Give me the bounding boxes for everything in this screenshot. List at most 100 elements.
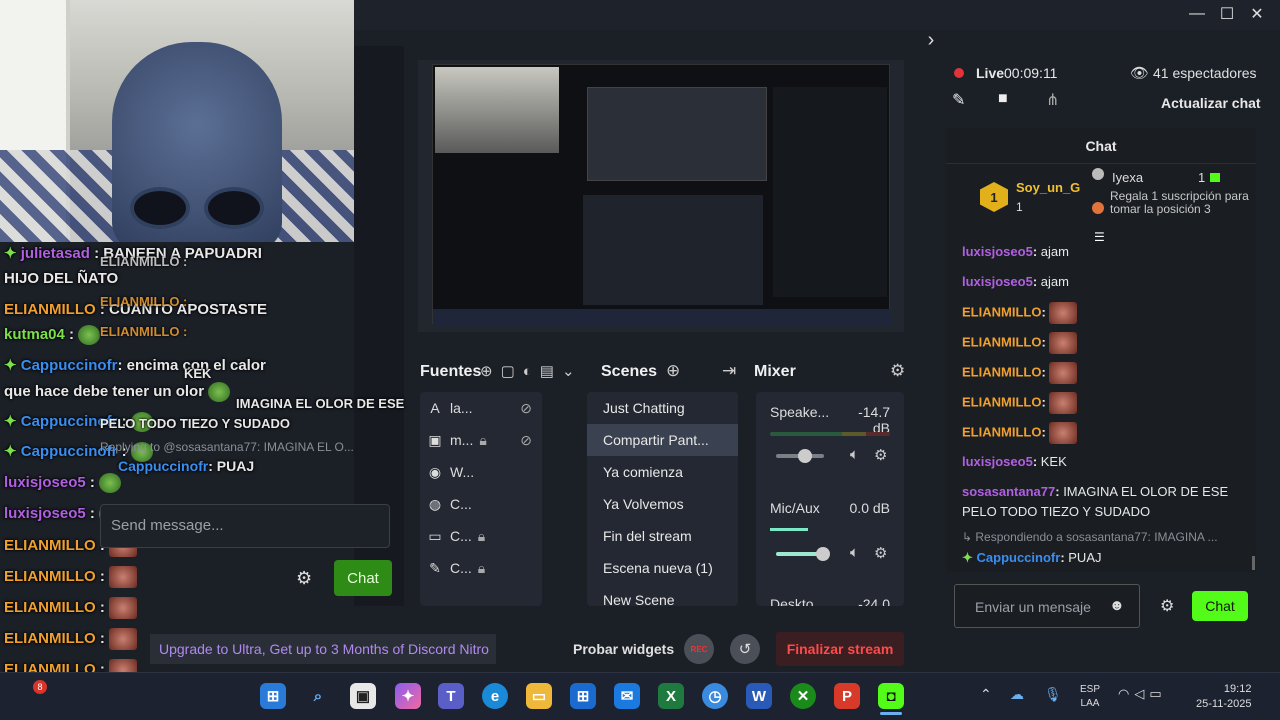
powerpoint-icon[interactable]: P [834,683,860,709]
preview-nested-taskbar [433,309,891,325]
clock[interactable]: 19:12 25-11-2025 [1196,682,1251,712]
task-view-icon[interactable]: ▣ [350,683,376,709]
microphone-icon[interactable]: 🎙︎ [1044,686,1062,703]
visibility-off-icon[interactable]: ⊘ [520,432,532,449]
scene-item[interactable]: New Scene [587,584,738,606]
volume-knob[interactable] [798,449,812,463]
image-source-icon: ▣ [428,431,442,448]
chat-message: luxisjoseo5: ajam [962,274,1069,289]
overlay-ghost-lines: ELIANMILLO : ELIANMILLO : ELIANMILLO : [100,252,187,358]
overlay-message-input[interactable]: Send message... [100,504,390,548]
lock-icon[interactable]: 🔒︎ [479,432,486,449]
mixer-channel-name: Deskto... [770,596,826,606]
source-row[interactable]: ✎ C... 🔒︎ [420,552,542,584]
mixer-gear-icon[interactable]: ⚙ [890,361,905,381]
lock-icon[interactable]: 🔒︎ [478,528,485,545]
collapse-chevron-icon[interactable]: › [916,26,946,54]
source-row[interactable]: ◍ C... [420,488,542,520]
source-row[interactable]: ▭ C... 🔒︎ [420,520,542,552]
overlay-reply-text: PUAJ [216,458,255,474]
volume-meter [770,432,890,436]
volume-knob[interactable] [816,547,830,561]
visibility-off-icon[interactable]: ⊘ [520,400,532,417]
channel-gear-icon[interactable]: ⚙ [874,446,887,464]
emote-icon [1049,422,1078,444]
overlay-line: ELIANMILLO : CUANTO APOSTASTE [4,301,268,318]
teams-icon[interactable]: T [438,683,464,709]
volume-slider[interactable] [776,449,824,463]
chat-settings-gear-icon[interactable]: ⚙ [1160,596,1174,616]
mixer-channel-name: Speake... [770,404,830,420]
scene-item[interactable]: Just Chatting [587,392,738,424]
channel-gear-icon[interactable]: ⚙ [874,544,887,562]
scene-item[interactable]: Fin del stream [587,520,738,552]
chat-send-button[interactable]: Chat [1192,591,1248,621]
speaker-icon[interactable]: 🔈︎ [850,446,859,463]
emote-icon [1049,362,1078,384]
kick-app-icon[interactable]: ◘ [878,683,904,709]
display-source-icon: ▭ [428,527,442,544]
sources-toolbar[interactable]: ⊕▢◐▤⌄ [480,362,583,380]
start-windows-icon[interactable]: ⊞ [260,683,286,709]
chat-message: sosasantana77: IMAGINA EL OLOR DE ESE PE… [962,484,1229,519]
share-icon[interactable]: ⋔ [1046,90,1059,110]
finalizar-stream-button[interactable]: Finalizar stream [776,632,904,666]
scene-item-selected[interactable]: Compartir Pant... [587,424,738,456]
maximize-button[interactable]: ☐ [1212,0,1242,28]
xbox-icon[interactable]: ✕ [790,683,816,709]
dock-pin-icon[interactable]: ⇥ [722,361,736,381]
lock-icon[interactable]: 🔒︎ [478,560,485,577]
overlay-line: luxisjoseo5 : [4,473,404,504]
probar-widgets-label[interactable]: Probar widgets [573,641,674,657]
scene-item[interactable]: Ya comienza [587,456,738,488]
overlay-line: ELIANMILLO : [4,597,404,628]
record-button[interactable]: REC [684,634,714,664]
source-row[interactable]: Ala... ⊘ [420,392,542,424]
language-indicator[interactable]: ESP LAA [1080,683,1100,711]
pinned-user[interactable]: Soy_un_G [1016,180,1080,195]
copilot-icon[interactable]: ✦ [395,683,421,709]
emoji-icon[interactable]: ☻ [1109,597,1125,614]
clock-app-icon[interactable]: ◷ [702,683,728,709]
replay-icon[interactable]: ↺ [730,634,760,664]
live-dot-icon [954,68,964,78]
preview-nested-window [587,87,767,181]
camera-icon[interactable]: ■ [998,90,1008,108]
word-icon[interactable]: W [746,683,772,709]
chat-messages: luxisjoseo5: ajam luxisjoseo5: ajam ELIA… [962,242,1246,568]
ghost-line: IMAGINA EL OLOR DE ESE [236,396,405,411]
volume-slider[interactable] [776,547,830,561]
chat-scrollbar[interactable] [1252,556,1255,570]
source-row[interactable]: ▣ m... 🔒︎ ⊘ [420,424,542,456]
chat-message: ELIANMILLO: [962,392,1246,422]
mail-icon[interactable]: ✉ [614,683,640,709]
tray-network-volume-battery-icon[interactable]: ◠◁▭ [1118,686,1167,702]
chat-message-input[interactable]: Enviar un mensaje ☻ [954,584,1140,628]
gifter-name[interactable]: Iyexa [1112,170,1143,185]
edge-icon[interactable]: e [482,683,508,709]
store-icon[interactable]: ⊞ [570,683,596,709]
sources-dock: Ala... ⊘ ▣ m... 🔒︎ ⊘ ◉ W... ◍ C... ▭ C... 🔒︎ ✎ C.… [420,392,542,606]
active-app-indicator [880,712,902,715]
chat-message: luxisjoseo5: KEK [962,454,1067,469]
edit-pencil-icon[interactable]: ✎ [952,90,965,110]
webcam-feed [0,0,354,242]
source-row[interactable]: ◉ W... [420,456,542,488]
minimize-button[interactable]: — [1182,0,1212,28]
tray-chevron-icon[interactable]: ⌃ [980,686,992,703]
overlay-reply-note: Replying to @sosasantana77: IMAGINA EL O… [100,440,354,454]
discord-promo-banner[interactable]: Upgrade to Ultra, Get up to 3 Months of … [150,634,496,664]
close-button[interactable]: ✕ [1242,0,1272,28]
excel-icon[interactable]: X [658,683,684,709]
scene-item[interactable]: Escena nueva (1) [587,552,738,584]
update-chat-button[interactable]: Actualizar chat [1161,95,1261,111]
settings-gear-icon[interactable]: ⚙ [296,568,312,589]
file-explorer-icon[interactable]: ▭ [526,683,552,709]
add-scene-icon[interactable]: ⊕ [666,361,680,381]
pepe-emote-icon [78,325,101,346]
speaker-icon[interactable]: 🔈︎ [850,544,859,561]
overlay-chat-send-button[interactable]: Chat [334,560,392,596]
onedrive-icon[interactable]: ☁ [1010,686,1024,703]
search-icon[interactable]: ⌕ [305,683,331,709]
scene-item[interactable]: Ya Volvemos [587,488,738,520]
